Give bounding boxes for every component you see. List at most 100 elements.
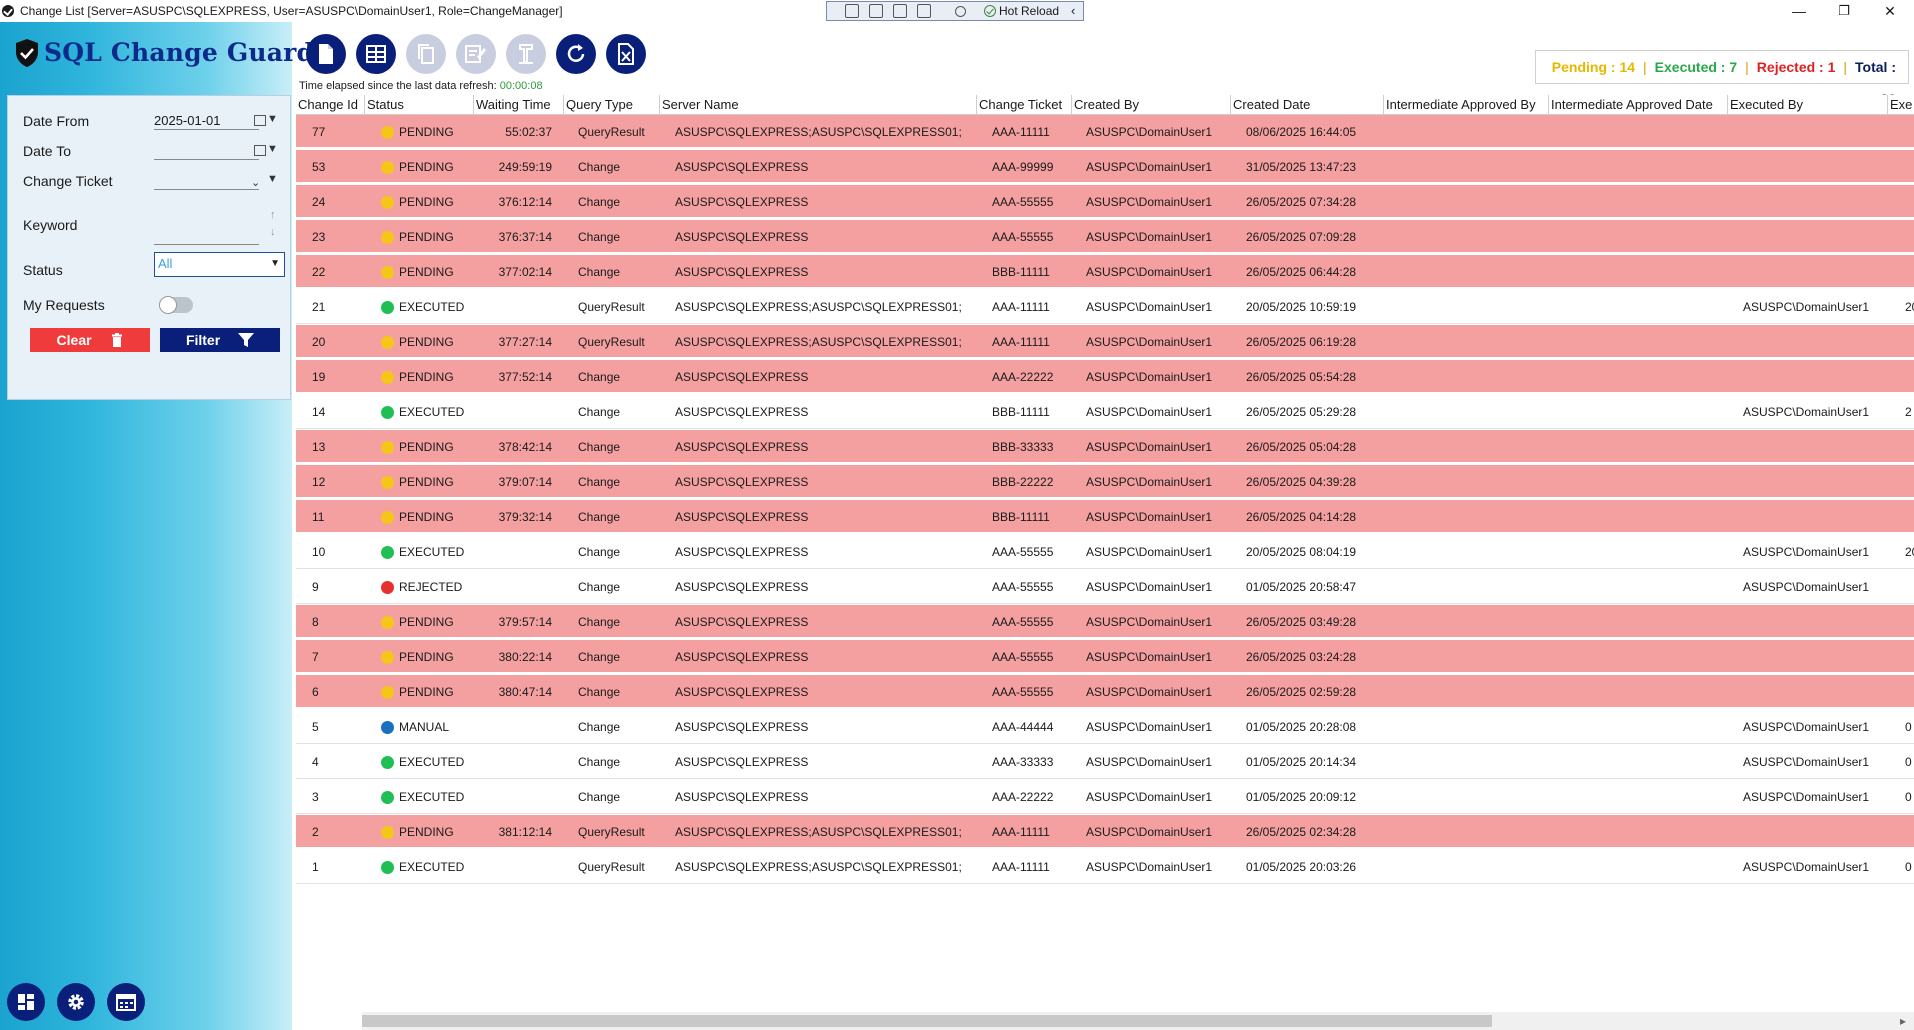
- copy-button[interactable]: [406, 34, 446, 74]
- dashboard-button[interactable]: [7, 983, 45, 1021]
- cell-change-ticket: AAA-11111: [992, 335, 1050, 349]
- scrollbar-thumb[interactable]: [362, 1015, 1492, 1027]
- table-row[interactable]: 5 Change ASUSPC\SQLEXPRESS AAA-44444 ASUSPC\…: [296, 710, 1914, 744]
- refresh-button[interactable]: [556, 34, 596, 74]
- column-header[interactable]: Server Name: [660, 95, 977, 115]
- cell-query-type: Change: [578, 440, 621, 454]
- grid-view-button[interactable]: [356, 34, 396, 74]
- elapsed-label: Time elapsed since the last data refresh…: [299, 80, 500, 92]
- chevron-down-icon[interactable]: ⌄: [251, 176, 260, 189]
- hot-reload-button[interactable]: Hot Reload: [999, 4, 1059, 18]
- cell-waiting-time: 377:27:14: [498, 335, 552, 349]
- calendar-picker-icon[interactable]: [254, 115, 266, 126]
- cell-change-id: 12: [312, 475, 326, 489]
- edit-icon: [465, 45, 487, 63]
- cell-query-type: QueryResult: [578, 125, 645, 139]
- column-header[interactable]: Created Date: [1231, 95, 1384, 115]
- table-row[interactable]: 8 379:57:14 Change ASUSPC\SQLEXPRESS AAA-555…: [296, 605, 1914, 639]
- pointer-icon[interactable]: [869, 4, 883, 18]
- column-header[interactable]: Change Ticket: [977, 95, 1072, 115]
- horizontal-scrollbar[interactable]: ◂ ▸: [362, 1012, 1914, 1030]
- cell-query-type: Change: [578, 755, 621, 769]
- binding-icon[interactable]: [955, 6, 966, 17]
- table-row[interactable]: 20 377:27:14 QueryResult ASUSPC\SQLEXPRESS;…: [296, 325, 1914, 359]
- scroll-right-icon[interactable]: ▸: [1900, 1012, 1906, 1030]
- scroll-down-icon[interactable]: ↓: [270, 226, 276, 238]
- clear-filter-icon[interactable]: ▼: [267, 143, 278, 155]
- cell-query-type: QueryResult: [578, 300, 645, 314]
- scroll-up-icon[interactable]: ↑: [270, 209, 276, 221]
- chevron-left-icon[interactable]: ‹: [1071, 3, 1075, 19]
- column-header[interactable]: Waiting Time: [474, 95, 564, 115]
- filter-button[interactable]: Filter: [160, 328, 280, 352]
- table-row[interactable]: 2 381:12:14 QueryResult ASUSPC\SQLEXPRESS;A…: [296, 815, 1914, 849]
- my-requests-toggle[interactable]: [159, 296, 193, 314]
- table-row[interactable]: 3 Change ASUSPC\SQLEXPRESS AAA-22222 ASUSPC\…: [296, 780, 1914, 814]
- edit-button[interactable]: [456, 34, 496, 74]
- table-row[interactable]: 77 55:02:37 QueryResult ASUSPC\SQLEXPRESS;A…: [296, 115, 1914, 149]
- table-row[interactable]: 13 378:42:14 Change ASUSPC\SQLEXPRESS BBB-33…: [296, 430, 1914, 464]
- table-row[interactable]: 12 379:07:14 Change ASUSPC\SQLEXPRESS BBB-22…: [296, 465, 1914, 499]
- select-element-icon[interactable]: [845, 4, 859, 18]
- column-header[interactable]: Exe: [1888, 95, 1914, 115]
- column-header[interactable]: Executed By: [1728, 95, 1888, 115]
- column-header[interactable]: Intermediate Approved By: [1384, 95, 1549, 115]
- cell-created-date: 01/05/2025 20:09:12: [1246, 790, 1357, 804]
- cell-change-ticket: AAA-11111: [992, 300, 1050, 314]
- table-row[interactable]: 14 Change ASUSPC\SQLEXPRESS BBB-11111 ASUSPC…: [296, 395, 1914, 429]
- clear-filter-icon[interactable]: ▼: [267, 113, 278, 125]
- status-dot-icon: [381, 406, 394, 419]
- table-row[interactable]: 4 Change ASUSPC\SQLEXPRESS AAA-33333 ASUSPC\…: [296, 745, 1914, 779]
- column-header[interactable]: Intermediate Approved Date: [1549, 95, 1728, 115]
- clear-filter-icon[interactable]: ▼: [267, 173, 278, 185]
- cell-created-by: ASUSPC\DomainUser1: [1086, 440, 1213, 454]
- cell-server-name: ASUSPC\SQLEXPRESS: [675, 615, 809, 629]
- clear-button[interactable]: Clear: [30, 328, 150, 352]
- keyword-input[interactable]: [154, 244, 259, 245]
- column-header[interactable]: Status: [365, 95, 474, 115]
- minimize-button[interactable]: —: [1777, 0, 1821, 22]
- calendar-button[interactable]: [107, 983, 145, 1021]
- column-header[interactable]: Created By: [1072, 95, 1231, 115]
- excel-export-icon: [618, 43, 634, 65]
- cell-change-ticket: AAA-55555: [992, 650, 1054, 664]
- cell-created-date: 26/05/2025 02:59:28: [1246, 685, 1357, 699]
- table-row[interactable]: 6 380:47:14 Change ASUSPC\SQLEXPRESS AAA-555…: [296, 675, 1914, 709]
- calendar-picker-icon[interactable]: [254, 145, 266, 156]
- maximize-button[interactable]: ❐: [1822, 0, 1866, 22]
- status-dot-icon: [381, 861, 394, 874]
- date-from-input[interactable]: 2025-01-01: [154, 113, 221, 128]
- date-from-label: Date From: [23, 113, 90, 129]
- cell-executed-by: ASUSPC\DomainUser1: [1743, 545, 1870, 559]
- cell-status: PENDING: [399, 440, 454, 454]
- approve-button[interactable]: [506, 34, 546, 74]
- table-row[interactable]: 11 379:32:14 Change ASUSPC\SQLEXPRESS BBB-11…: [296, 500, 1914, 534]
- column-header[interactable]: Change Id: [296, 95, 365, 115]
- table-row[interactable]: 21 QueryResult ASUSPC\SQLEXPRESS;ASUSPC\SQ…: [296, 290, 1914, 324]
- settings-button[interactable]: [57, 983, 95, 1021]
- layout-adorner-icon[interactable]: [893, 4, 907, 18]
- cell-executed-date: 0: [1905, 720, 1912, 734]
- column-header[interactable]: Query Type: [564, 95, 660, 115]
- close-button[interactable]: ✕: [1868, 0, 1912, 22]
- status-select[interactable]: All ▼: [154, 252, 285, 277]
- cell-server-name: ASUSPC\SQLEXPRESS: [675, 405, 809, 419]
- cell-server-name: ASUSPC\SQLEXPRESS: [675, 475, 809, 489]
- table-row[interactable]: 9 Change ASUSPC\SQLEXPRESS AAA-55555 ASUSPC\…: [296, 570, 1914, 604]
- cell-query-type: Change: [578, 650, 621, 664]
- table-row[interactable]: 23 376:37:14 Change ASUSPC\SQLEXPRESS AAA-55…: [296, 220, 1914, 254]
- table-row[interactable]: 1 QueryResult ASUSPC\SQLEXPRESS;ASUSPC\SQL…: [296, 850, 1914, 884]
- table-row[interactable]: 53 249:59:19 Change ASUSPC\SQLEXPRESS AAA-99…: [296, 150, 1914, 184]
- export-excel-button[interactable]: [606, 34, 646, 74]
- cell-query-type: Change: [578, 685, 621, 699]
- cell-created-date: 20/05/2025 08:04:19: [1246, 545, 1357, 559]
- cell-executed-date: [1905, 430, 1914, 464]
- track-focus-icon[interactable]: [917, 4, 931, 18]
- table-row[interactable]: 10 Change ASUSPC\SQLEXPRESS AAA-55555 ASUSPC…: [296, 535, 1914, 569]
- table-row[interactable]: 24 376:12:14 Change ASUSPC\SQLEXPRESS AAA-55…: [296, 185, 1914, 219]
- new-change-button[interactable]: [306, 34, 346, 74]
- cell-status: PENDING: [399, 615, 454, 629]
- table-row[interactable]: 22 377:02:14 Change ASUSPC\SQLEXPRESS BBB-11…: [296, 255, 1914, 289]
- table-row[interactable]: 7 380:22:14 Change ASUSPC\SQLEXPRESS AAA-555…: [296, 640, 1914, 674]
- table-row[interactable]: 19 377:52:14 Change ASUSPC\SQLEXPRESS AAA-22…: [296, 360, 1914, 394]
